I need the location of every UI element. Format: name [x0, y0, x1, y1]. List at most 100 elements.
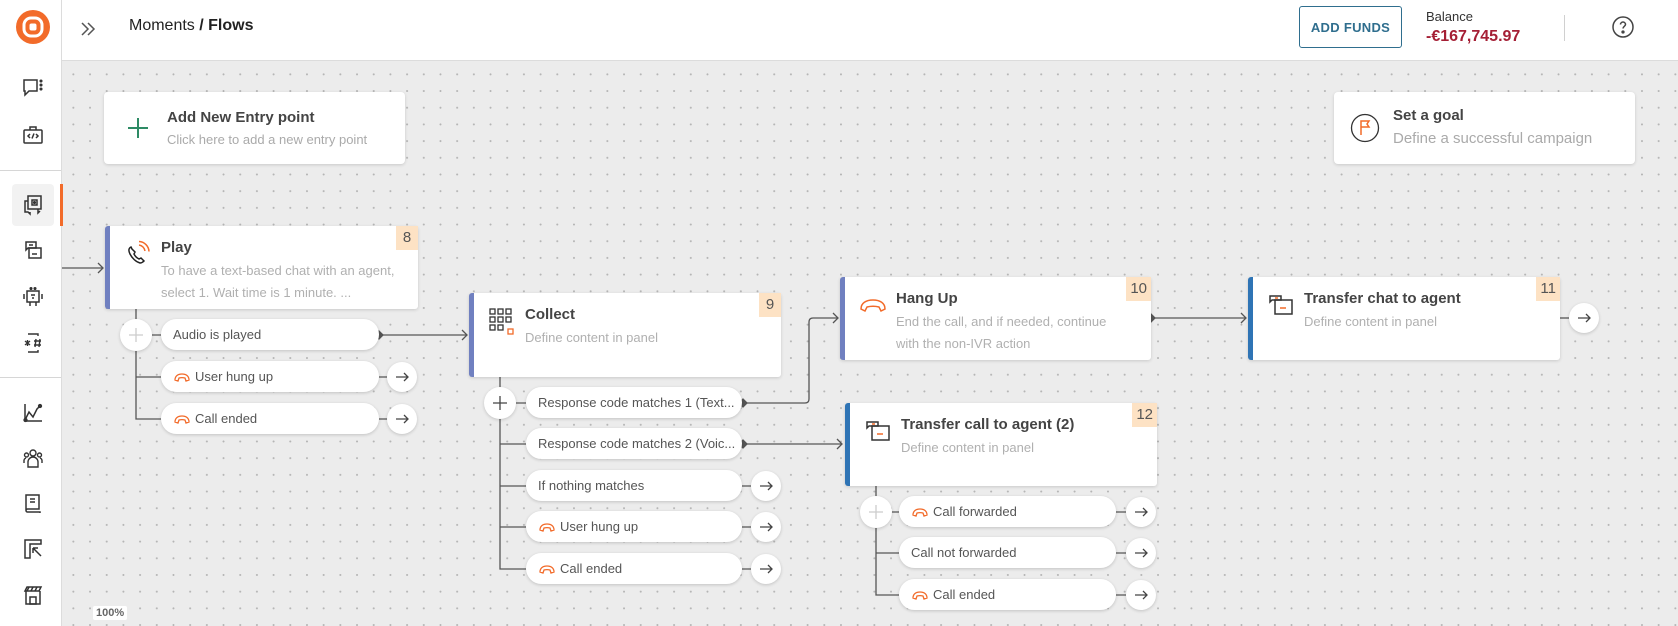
sidebar-item-portal[interactable] [12, 528, 54, 570]
branch-connect-button[interactable] [751, 512, 781, 542]
branch-connect-button[interactable] [1126, 497, 1156, 527]
hang-up-icon [912, 591, 928, 600]
node-description: End the call, and if needed, continue wi… [896, 314, 1107, 351]
node-title: Hang Up [896, 290, 958, 307]
sidebar-item-marketplace[interactable] [12, 574, 54, 616]
plus-icon [493, 396, 507, 410]
expand-sidebar-icon[interactable] [76, 17, 100, 41]
branch-call-forwarded[interactable]: Call forwarded [899, 496, 1116, 527]
branch-user-hung-up[interactable]: User hung up [161, 361, 379, 392]
app: Moments / Flows ADD FUNDS Balance -€167,… [0, 0, 1678, 626]
branch-response-code-1[interactable]: Response code matches 1 (Text... [526, 387, 742, 418]
branch-label: Call ended [560, 561, 623, 576]
sidebar-item-developer[interactable] [12, 114, 54, 156]
arrow-right-icon [1578, 313, 1591, 323]
node-number-badge: 10 [1126, 277, 1151, 301]
sidebar-item-moments-flows[interactable] [12, 184, 54, 226]
balance-label: Balance [1426, 9, 1473, 24]
add-branch-button[interactable] [860, 496, 892, 528]
node-connect-button[interactable] [1569, 303, 1599, 333]
arrow-right-icon [760, 481, 773, 491]
add-entry-point-card[interactable]: Add New Entry point Click here to add a … [104, 92, 405, 164]
sidebar-divider [0, 170, 61, 171]
help-icon[interactable] [1611, 15, 1635, 39]
entry-card-title: Add New Entry point [167, 109, 315, 126]
sidebar-item-templates[interactable] [12, 229, 54, 271]
node-hang-up[interactable]: Hang Up End the call, and if needed, con… [840, 277, 1151, 360]
branch-label: Call forwarded [933, 504, 1017, 519]
node-title: Transfer call to agent (2) [901, 416, 1075, 433]
node-title: Collect [525, 306, 576, 323]
sidebar-item-analytics[interactable] [12, 392, 54, 434]
sidebar-item-ivr[interactable] [12, 322, 54, 364]
plus-icon [869, 505, 883, 519]
node-number-badge: 9 [759, 293, 781, 317]
node-title: Play [161, 239, 192, 256]
add-branch-button[interactable] [120, 319, 152, 351]
code-briefcase-icon [23, 126, 43, 144]
branch-call-ended[interactable]: Call ended [899, 579, 1116, 610]
sidebar-item-people[interactable] [12, 437, 54, 479]
add-funds-button[interactable]: ADD FUNDS [1299, 6, 1402, 48]
branch-connect-button[interactable] [1126, 538, 1156, 568]
sidebar [0, 0, 63, 626]
chart-icon [23, 403, 43, 423]
node-number-badge: 11 [1536, 277, 1560, 301]
node-description: Define content in panel [901, 440, 1034, 455]
add-branch-button[interactable] [484, 387, 516, 419]
chat-templates-icon [25, 241, 42, 259]
hang-up-icon [912, 508, 928, 517]
branch-label: Response code matches 1 (Text... [538, 395, 735, 410]
node-number-badge: 12 [1132, 403, 1157, 427]
store-icon [23, 586, 43, 605]
node-description: Define content in panel [525, 330, 658, 345]
sidebar-item-conversations[interactable] [12, 67, 54, 109]
hang-up-icon [174, 415, 190, 424]
branch-connect-button[interactable] [387, 362, 417, 392]
arrow-right-icon [1135, 548, 1148, 558]
branch-call-ended[interactable]: Call ended [161, 403, 379, 434]
branch-connect-button[interactable] [751, 554, 781, 584]
goal-card-subtitle: Define a successful campaign [1393, 130, 1593, 147]
node-transfer-chat[interactable]: Transfer chat to agent Define content in… [1248, 277, 1560, 360]
sidebar-divider [0, 377, 61, 378]
logo-icon[interactable] [16, 10, 50, 44]
sidebar-item-docs[interactable] [12, 483, 54, 525]
arrow-right-icon [760, 564, 773, 574]
branch-call-ended[interactable]: Call ended [526, 553, 742, 584]
book-icon [25, 494, 41, 513]
node-play[interactable]: Play To have a text-based chat with an a… [105, 226, 418, 309]
node-description: Define content in panel [1304, 314, 1437, 329]
active-indicator [60, 184, 63, 226]
hang-up-icon [174, 373, 190, 382]
branch-label: Call not forwarded [911, 545, 1017, 560]
breadcrumb-current: Flows [208, 17, 254, 34]
transfer-agent-icon [866, 421, 890, 441]
sidebar-item-bots[interactable] [12, 276, 54, 318]
node-collect[interactable]: Collect Define content in panel 9 [469, 293, 781, 377]
node-transfer-call[interactable]: Transfer call to agent (2) Define conten… [845, 403, 1157, 486]
set-goal-card[interactable]: Set a goal Define a successful campaign [1334, 92, 1635, 164]
branch-label: Response code matches 2 (Voic... [538, 436, 736, 451]
branch-audio-played[interactable]: Audio is played [161, 319, 379, 350]
branch-connect-button[interactable] [1126, 580, 1156, 610]
branch-response-code-2[interactable]: Response code matches 2 (Voic... [526, 428, 742, 459]
breadcrumb-separator: / [194, 17, 209, 34]
branch-label: If nothing matches [538, 478, 645, 493]
keypad-hash-icon [24, 333, 41, 353]
branch-label: Audio is played [173, 327, 262, 342]
arrow-right-icon [396, 414, 409, 424]
branch-user-hung-up[interactable]: User hung up [526, 511, 742, 542]
cursor-frame-icon [24, 539, 42, 559]
branch-label: User hung up [560, 519, 639, 534]
goal-flag-icon [1350, 113, 1380, 143]
branch-call-not-forwarded[interactable]: Call not forwarded [899, 537, 1116, 568]
flows-icon [24, 195, 42, 216]
hang-up-icon [860, 299, 886, 313]
breadcrumb-parent[interactable]: Moments [129, 17, 195, 34]
branch-connect-button[interactable] [751, 471, 781, 501]
branch-if-nothing-matches[interactable]: If nothing matches [526, 470, 742, 501]
branch-label: Call ended [933, 587, 996, 602]
branch-connect-button[interactable] [387, 404, 417, 434]
goal-card-title: Set a goal [1393, 107, 1464, 124]
